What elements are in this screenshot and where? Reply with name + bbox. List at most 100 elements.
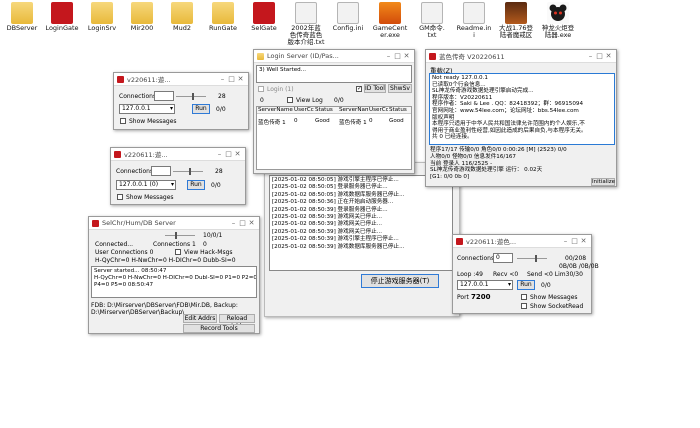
icon-label: SelGate [251, 24, 277, 32]
column-header[interactable]: Status [314, 107, 338, 113]
maximize-icon[interactable]: □ [595, 52, 604, 60]
run-button[interactable]: Run [517, 280, 535, 290]
table-row[interactable]: 蓝色传奇 1 0 Good 蓝色传奇 1 0 Good [257, 118, 411, 126]
show-messages-label: Show Messages [530, 294, 578, 301]
desktop-icon-dbserver[interactable]: DBServer [0, 0, 44, 40]
view-log-checkbox[interactable] [287, 97, 293, 103]
connections-label: Connections [457, 255, 495, 262]
desktop-icon-rungate[interactable]: RunGate [201, 0, 245, 40]
view-log-value: 0/0 [334, 97, 344, 104]
desktop-icon-config[interactable]: Config.ini [326, 0, 370, 40]
ip-select[interactable]: 127.0.0.1 [119, 104, 175, 114]
show-messages-checkbox[interactable] [120, 118, 126, 124]
close-icon[interactable]: ✕ [402, 52, 411, 60]
close-icon[interactable]: ✕ [233, 150, 242, 158]
show-server-button[interactable]: ShwSv [388, 84, 412, 93]
window-title: 蓝色传奇 V20220611 [439, 53, 505, 61]
stop-server-button[interactable]: 停止游戏服务器(T) [361, 274, 439, 288]
column-header[interactable]: UserCc [293, 107, 314, 113]
show-messages-checkbox[interactable] [117, 194, 123, 200]
desktop-icon-selgate[interactable]: SelGate [242, 0, 286, 40]
show-messages-label: Show Messages [126, 194, 174, 201]
title-bar[interactable]: v220611:遊... – □ ✕ [114, 73, 248, 86]
desktop-icon-readme-txt[interactable]: 2002年蓝 色传奇蓝色 版本介绍.txt [284, 0, 328, 46]
game-engine-window: 蓝色传奇 V20220611 – □ ✕ 重载(Z) Not ready 127… [425, 49, 617, 187]
ip-select[interactable]: 127.0.0.1 [457, 280, 513, 290]
icon-label: LoginSrv [87, 24, 117, 32]
table-cell: 蓝色传奇 1 [339, 120, 367, 126]
log-line: 3) Well Started... [259, 67, 307, 73]
close-icon[interactable]: ✕ [247, 219, 256, 227]
connections-field[interactable] [151, 166, 171, 176]
connections-label: Connections 1 [153, 241, 196, 248]
log-line: Server started... 08:50:47 [94, 268, 167, 274]
desktop-icon-readme-ini[interactable]: Readme.in i [452, 0, 496, 40]
edit-addrs-button[interactable]: Edit Addrs [183, 314, 217, 323]
minimize-icon[interactable]: – [384, 52, 393, 60]
maximize-icon[interactable]: □ [393, 52, 402, 60]
desktop-icon-logingate[interactable]: LoginGate [40, 0, 84, 40]
minimize-icon[interactable]: – [586, 52, 595, 60]
show-messages-checkbox[interactable] [521, 294, 527, 300]
login-label: Login (1) [267, 86, 294, 93]
id-tool-checkbox[interactable] [356, 85, 362, 92]
ip-select[interactable]: 127.0.0.1 (0) [116, 180, 176, 190]
record-tools-button[interactable]: Record Tools [183, 324, 255, 333]
desktop-icon-gm-commands[interactable]: GM命令. txt [410, 0, 454, 40]
desktop-icon-dragon-launcher[interactable]: 神龙火炬登 陆器.exe [536, 0, 580, 40]
title-bar[interactable]: SelChr/Hum/DB Server – □ ✕ [89, 217, 259, 230]
column-header[interactable]: Status [388, 107, 409, 113]
log-line: 程序作者：Saki & Lee . QQ：82418392；群：96915094 [432, 101, 584, 108]
backup-path: D:\Mirserver\DBServer\Backup\ [91, 309, 185, 316]
connections-field[interactable]: 0 [493, 253, 513, 263]
desktop-icon-mir200[interactable]: Mir200 [120, 0, 164, 40]
desktop-icon-loginsrv[interactable]: LoginSrv [80, 0, 124, 40]
run-gate-window: v220611:遊色... – □ ✕ Connections 0 00/208… [452, 234, 599, 314]
initialize-button[interactable]: Initialize [591, 178, 615, 186]
folder-icon [131, 2, 153, 24]
window-title: v220611:遊... [127, 76, 171, 84]
title-bar[interactable]: 蓝色传奇 V20220611 – □ ✕ [426, 50, 616, 63]
title-bar[interactable]: v220611:遊... – □ ✕ [111, 148, 245, 161]
maximize-icon[interactable]: □ [224, 150, 233, 158]
column-header[interactable]: UserCc [368, 107, 388, 113]
connection-count: 10/0/1 [203, 232, 223, 239]
text-file-icon [421, 2, 443, 24]
login-count: 0 [260, 97, 264, 104]
login-gate-window: v220611:遊... – □ ✕ Connections 28 127.0.… [113, 72, 249, 130]
column-header[interactable]: ServerName [257, 107, 293, 113]
minimize-icon[interactable]: – [561, 237, 570, 245]
desktop-icon-game-launcher[interactable]: 大战1.76登 陆者魔戒区 [494, 0, 538, 40]
title-bar[interactable]: Login Server (ID/Pas... – □ ✕ [254, 50, 414, 63]
desktop-icon-gamecenter[interactable]: GameCent er.exe [368, 0, 412, 40]
title-bar[interactable]: v220611:遊色... – □ ✕ [453, 235, 591, 248]
minimize-icon[interactable]: – [229, 219, 238, 227]
connection-slider[interactable] [176, 93, 206, 100]
log-line: [2025-01-02 08:50:39] 游戏引擎主程序已停止... [272, 236, 399, 243]
app-icon [429, 52, 436, 60]
id-tool-button[interactable]: ID Tool [364, 84, 386, 93]
view-hack-checkbox[interactable] [175, 249, 181, 255]
show-socket-checkbox[interactable] [521, 303, 527, 309]
close-icon[interactable]: ✕ [604, 52, 613, 60]
maximize-icon[interactable]: □ [570, 237, 579, 245]
show-socket-label: Show SocketRead [530, 303, 584, 310]
close-icon[interactable]: ✕ [236, 75, 245, 83]
close-icon[interactable]: ✕ [579, 237, 588, 245]
maximize-icon[interactable]: □ [238, 219, 247, 227]
maximize-icon[interactable]: □ [227, 75, 236, 83]
log-line: 本程序只适用于中华人民共和国法律允许范围内的个人娱乐,不 [432, 121, 585, 128]
connections-field[interactable] [154, 91, 174, 101]
column-header[interactable]: ServerName [338, 107, 368, 113]
reload-addr-button[interactable]: Reload Addr [219, 314, 255, 330]
connection-slider[interactable] [165, 232, 195, 239]
run-button[interactable]: Run [187, 180, 205, 190]
run-button[interactable]: Run [192, 104, 210, 114]
connection-slider[interactable] [173, 168, 203, 175]
minimize-icon[interactable]: – [215, 150, 224, 158]
db-server-window: SelChr/Hum/DB Server – □ ✕ 10/0/1 Connec… [88, 216, 260, 334]
minimize-icon[interactable]: – [218, 75, 227, 83]
login-checkbox[interactable] [258, 86, 264, 92]
desktop-icon-mud2[interactable]: Mud2 [160, 0, 204, 40]
connection-slider[interactable] [517, 255, 547, 262]
